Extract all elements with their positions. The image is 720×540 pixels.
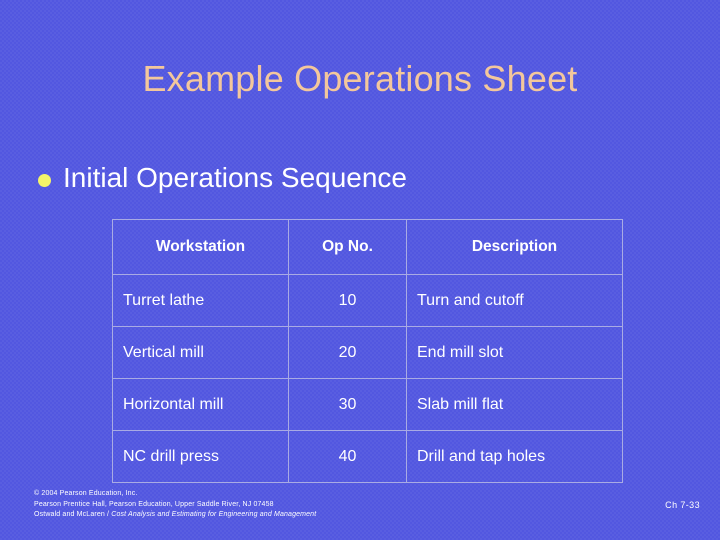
- table-row: NC drill press 40 Drill and tap holes: [112, 430, 623, 483]
- copyright-footer: © 2004 Pearson Education, Inc. Pearson P…: [34, 489, 316, 521]
- filled-circle-bullet-icon: [38, 173, 51, 187]
- column-header-op-no: Op No.: [288, 219, 407, 275]
- column-header-workstation: Workstation: [112, 219, 289, 275]
- cell-workstation: Horizontal mill: [112, 378, 289, 431]
- chapter-page-marker: Ch 7-33: [665, 500, 700, 510]
- table-row: Horizontal mill 30 Slab mill flat: [112, 378, 623, 431]
- footer-citation-title: Cost Analysis and Estimating for Enginee…: [111, 511, 317, 518]
- operations-sheet-table: Workstation Op No. Description Turret la…: [112, 219, 623, 483]
- bullet-item-label: Initial Operations Sequence: [63, 162, 407, 193]
- cell-op-no: 10: [288, 274, 407, 327]
- cell-workstation: Turret lathe: [112, 274, 289, 327]
- slide-canvas: Example Operations Sheet Initial Operati…: [0, 0, 720, 540]
- table-row: Vertical mill 20 End mill slot: [112, 326, 623, 379]
- cell-description: End mill slot: [406, 326, 623, 379]
- page-title: Example Operations Sheet: [142, 58, 578, 99]
- table-row: Turret lathe 10 Turn and cutoff: [112, 274, 623, 327]
- cell-description: Drill and tap holes: [406, 430, 623, 483]
- cell-description: Slab mill flat: [406, 378, 623, 431]
- cell-description: Turn and cutoff: [406, 274, 623, 327]
- cell-op-no: 20: [288, 326, 407, 379]
- footer-line-publisher: Pearson Prentice Hall, Pearson Education…: [34, 500, 274, 508]
- table-header-row: Workstation Op No. Description: [112, 219, 623, 275]
- cell-op-no: 30: [288, 378, 407, 431]
- column-header-description: Description: [406, 219, 623, 275]
- cell-workstation: Vertical mill: [112, 326, 289, 379]
- footer-citation-authors: Ostwald and McLaren /: [34, 511, 112, 518]
- footer-line-citation: Ostwald and McLaren / Cost Analysis and …: [34, 510, 316, 521]
- footer-line-copyright: © 2004 Pearson Education, Inc.: [34, 490, 138, 497]
- bullet-list-item: Initial Operations Sequence: [38, 162, 407, 194]
- cell-op-no: 40: [288, 430, 407, 483]
- cell-workstation: NC drill press: [112, 430, 289, 483]
